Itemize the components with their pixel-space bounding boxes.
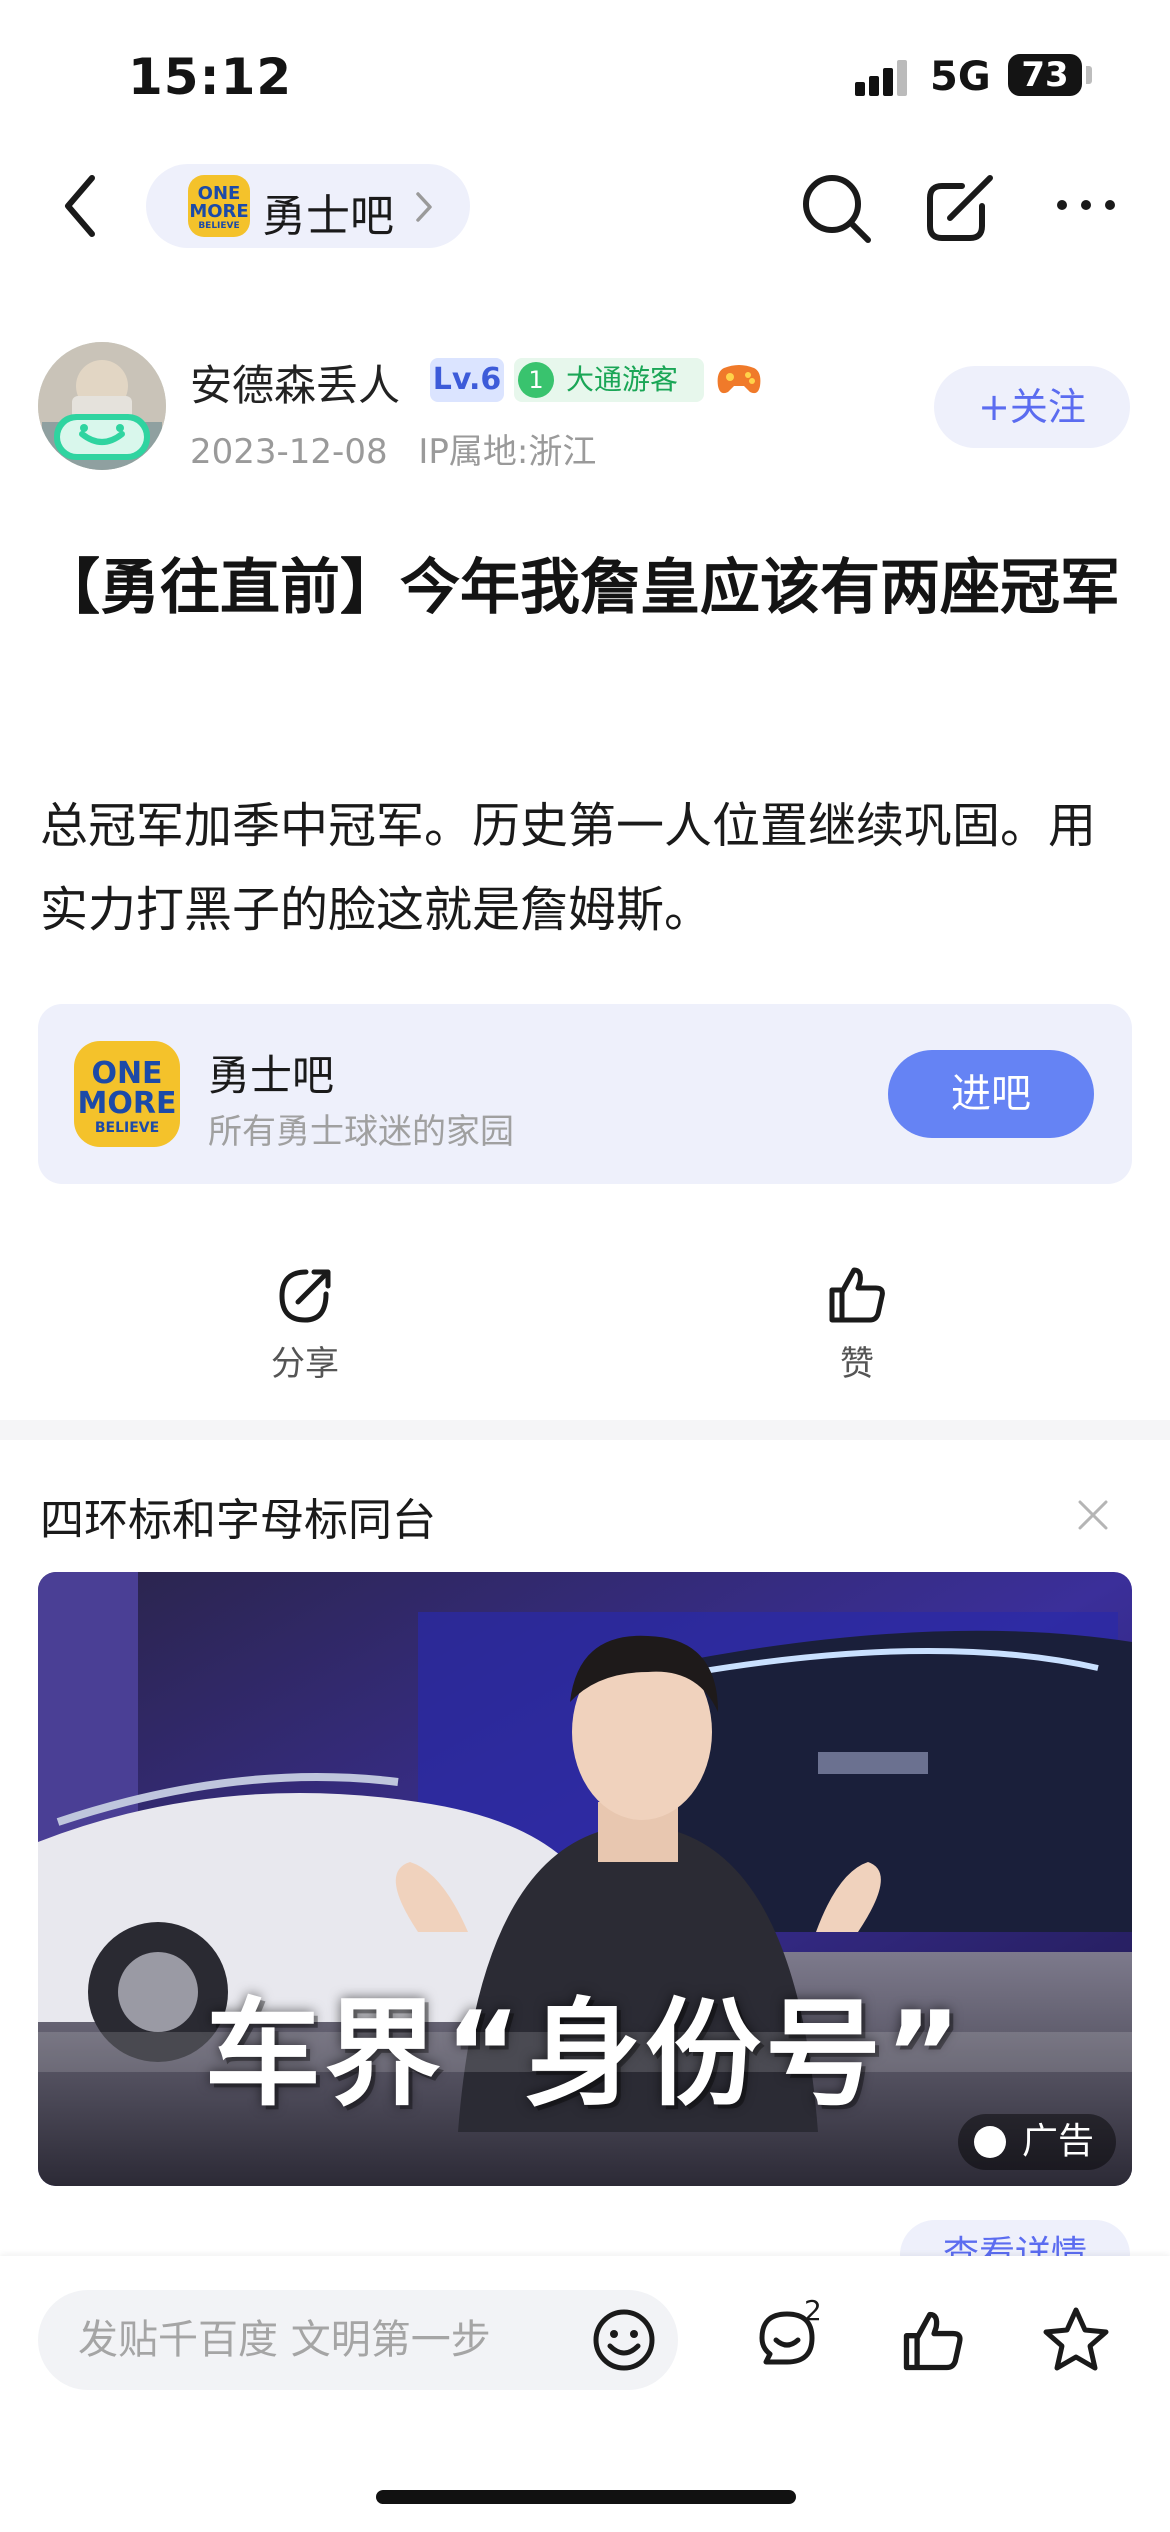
level-badge: Lv.6 — [430, 358, 504, 402]
share-top-button[interactable] — [922, 168, 1000, 246]
avatar-image — [38, 342, 166, 470]
enter-forum-button[interactable]: 进吧 — [888, 1050, 1094, 1138]
close-icon[interactable] — [1076, 1498, 1110, 1532]
forum-logo-icon: ONE MORE BELIEVE — [188, 175, 250, 237]
comment-button[interactable]: 2 — [752, 2294, 836, 2378]
like-bottom-button[interactable] — [898, 2306, 968, 2376]
share-icon — [927, 175, 993, 241]
emoji-button[interactable] — [590, 2306, 658, 2374]
favorite-button[interactable] — [1040, 2304, 1112, 2376]
gamepad-icon — [717, 365, 761, 394]
forum-card-name: 勇士吧 — [208, 1051, 335, 1100]
follow-button[interactable]: +关注 — [934, 366, 1130, 448]
battery-cap — [1086, 66, 1092, 84]
battery-level: 73 — [1008, 54, 1082, 96]
reply-input[interactable] — [38, 2290, 678, 2390]
section-divider — [0, 1420, 1170, 1440]
star-icon — [1043, 2307, 1109, 2371]
ip-location: IP属地:浙江 — [418, 432, 597, 472]
thumbs-up-icon — [903, 2311, 963, 2371]
search-icon — [803, 175, 871, 243]
forum-card[interactable]: ONE MORE BELIEVE 勇士吧 所有勇士球迷的家园 进吧 — [38, 1004, 1132, 1184]
share-icon — [279, 1269, 331, 1323]
forum-logo-icon: ONE MORE BELIEVE — [74, 1041, 180, 1147]
author-name[interactable]: 安德森丢人 — [190, 352, 400, 413]
comment-count: 2 — [804, 2294, 822, 2327]
post-date: 2023-12-08 — [190, 432, 388, 472]
thumbs-up-icon — [829, 1267, 885, 1323]
signal-icon — [855, 58, 915, 96]
post-body: 总冠军加季中冠军。历史第一人位置继续巩固。用实力打黑子的脸这就是詹姆斯。 — [40, 798, 1097, 938]
member-level: 1 — [518, 362, 554, 398]
more-icon — [1057, 200, 1115, 210]
search-button[interactable] — [798, 170, 874, 246]
status-time: 15:12 — [128, 48, 293, 106]
forum-name[interactable]: 勇士吧 — [262, 180, 394, 244]
ad-caption: 车界“身份号” — [204, 1987, 966, 2122]
chevron-right-icon — [416, 192, 432, 222]
post-meta: 2023-12-08 IP属地:浙江 — [190, 424, 596, 473]
ad-tag-icon — [973, 2126, 1006, 2158]
emoji-icon — [593, 2309, 655, 2371]
post-title: 【勇往直前】今年我詹皇应该有两座冠军 — [40, 553, 1120, 623]
like-label: 赞 — [840, 1344, 874, 1384]
like-action[interactable]: 赞 — [814, 1262, 900, 1392]
ad-image[interactable]: 车界“身份号” 广告 — [38, 1572, 1132, 2186]
forum-card-description: 所有勇士球迷的家园 — [208, 1112, 514, 1152]
share-action[interactable]: 分享 — [262, 1262, 348, 1392]
ad-title[interactable]: 四环标和字母标同台 — [40, 1484, 436, 1548]
member-title: 大通游客 — [566, 363, 679, 396]
ad-tag: 广告 — [957, 2114, 1116, 2170]
chevron-left-icon — [65, 175, 95, 237]
more-button[interactable] — [1054, 190, 1118, 220]
share-label: 分享 — [271, 1344, 339, 1384]
network-type: 5G — [930, 54, 991, 100]
home-indicator — [376, 2490, 796, 2504]
back-button[interactable] — [52, 170, 112, 242]
ad-tag-label: 广告 — [1021, 2121, 1094, 2162]
member-badge: 1 大通游客 — [514, 358, 704, 402]
author-avatar[interactable] — [38, 342, 166, 470]
